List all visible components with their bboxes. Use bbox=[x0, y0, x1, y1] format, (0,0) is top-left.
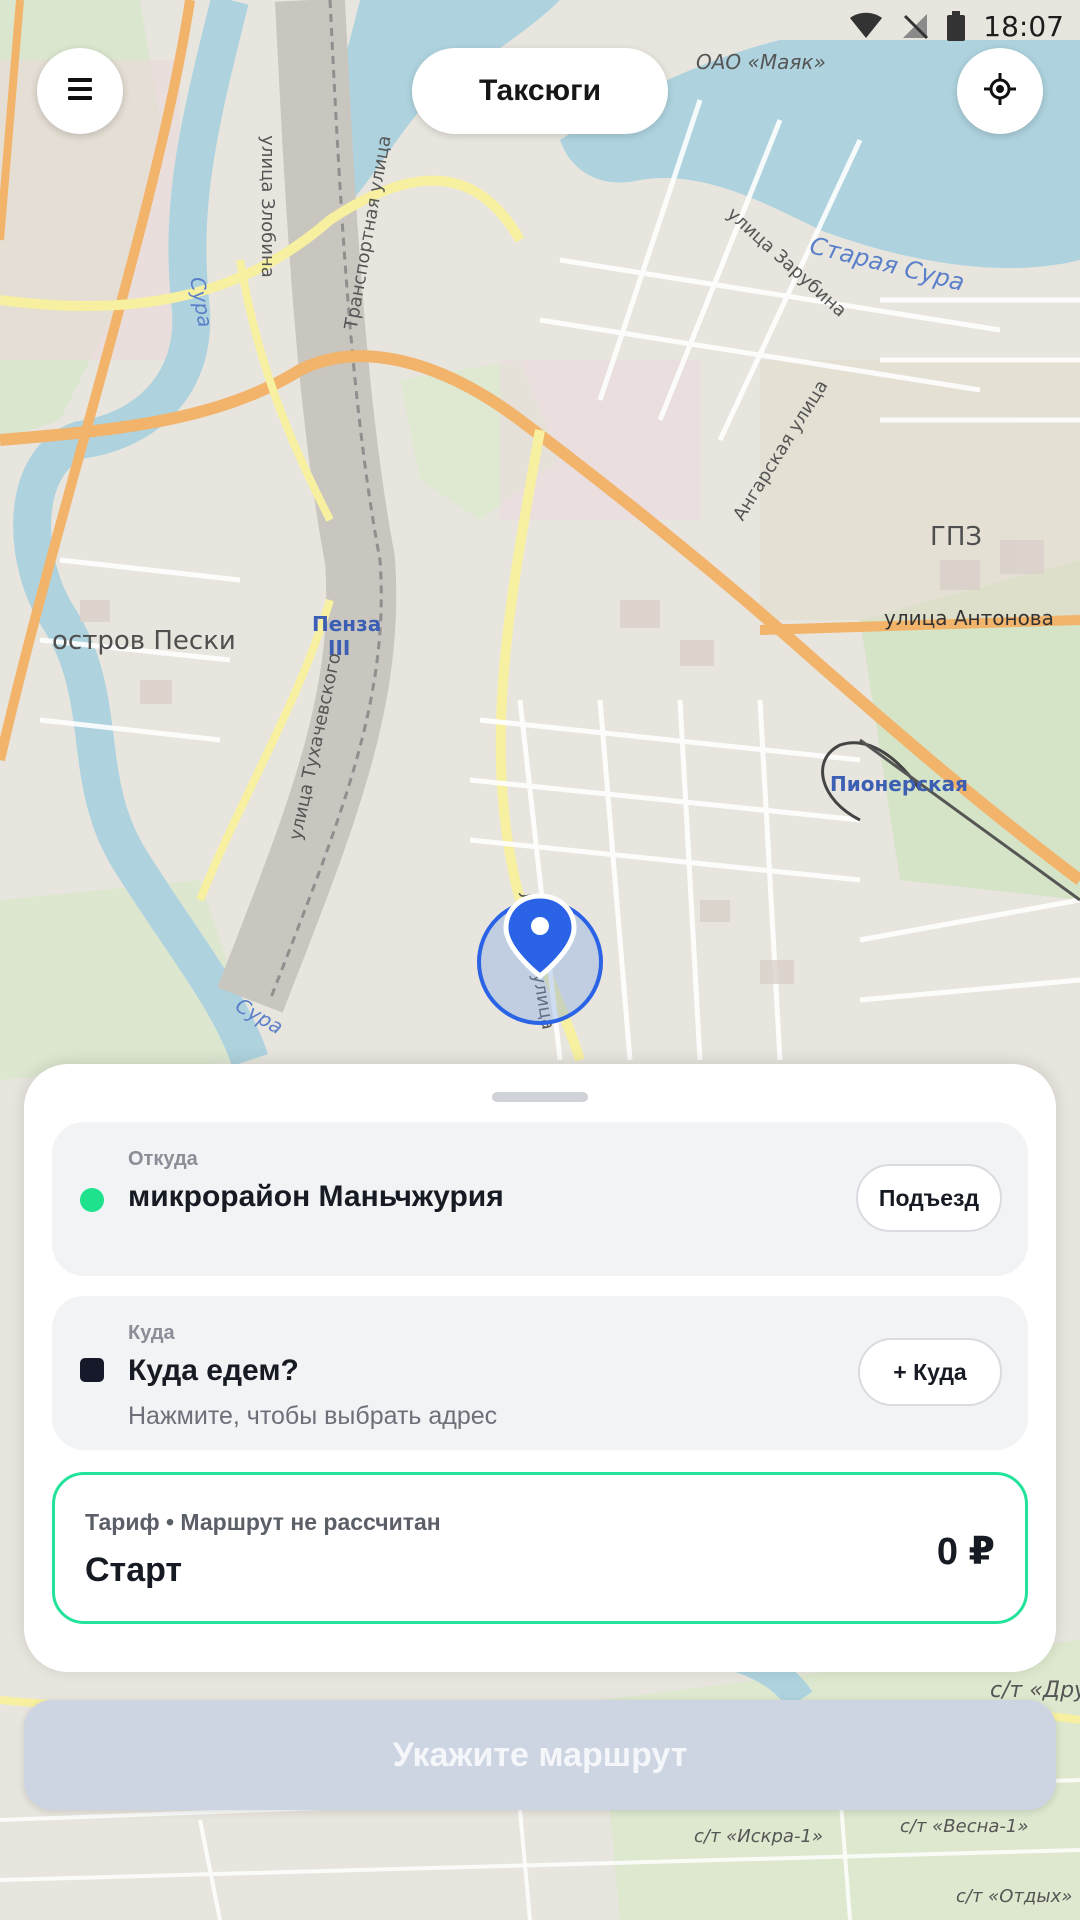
map-label-antonova: улица Антонова bbox=[884, 606, 1054, 630]
current-location-marker bbox=[476, 892, 604, 1026]
destination-value: Куда едем? bbox=[128, 1354, 299, 1387]
destination-label: Куда bbox=[128, 1322, 175, 1344]
locate-button[interactable] bbox=[957, 48, 1043, 134]
signal-off-icon bbox=[901, 12, 929, 40]
add-destination-button[interactable]: + Куда bbox=[858, 1338, 1002, 1406]
wifi-icon bbox=[849, 12, 883, 40]
tariff-price: 0 ₽ bbox=[936, 1531, 995, 1573]
pickup-label: Откуда bbox=[128, 1148, 198, 1170]
menu-button[interactable] bbox=[37, 48, 123, 134]
status-bar: 18:07 bbox=[780, 0, 1080, 52]
map-label-st-iskra: с/т «Искра-1» bbox=[694, 1826, 824, 1847]
hamburger-icon bbox=[68, 77, 92, 105]
destination-hint: Нажмите, чтобы выбрать адрес bbox=[128, 1402, 498, 1430]
destination-square-icon bbox=[80, 1358, 104, 1382]
tariff-name: Старт bbox=[85, 1551, 183, 1589]
map-label-gpz: ГПЗ bbox=[930, 522, 983, 552]
map-label-ostrov: остров Пески bbox=[52, 626, 236, 656]
map-label-st-otdyh: с/т «Отдых» bbox=[956, 1886, 1073, 1907]
status-time: 18:07 bbox=[983, 9, 1064, 43]
pickup-address-card[interactable]: Откуда микрорайон Маньчжурия Подъезд bbox=[52, 1122, 1028, 1276]
pickup-dot-icon bbox=[80, 1188, 104, 1212]
destination-address-card[interactable]: Куда Куда едем? Нажмите, чтобы выбрать а… bbox=[52, 1296, 1028, 1450]
map-label-pionerskaya: Пионерская bbox=[830, 772, 968, 796]
bottom-sheet: Откуда микрорайон Маньчжурия Подъезд Куд… bbox=[24, 1064, 1056, 1672]
battery-icon bbox=[947, 11, 966, 41]
sheet-drag-handle[interactable] bbox=[492, 1092, 588, 1102]
crosshair-icon bbox=[984, 72, 1016, 110]
taxi-app-screen: остров Пески Пенза III Пионерская улица … bbox=[0, 0, 1080, 1920]
map-label-penza: Пенза bbox=[312, 612, 382, 636]
tariff-subtitle: Тариф • Маршрут не рассчитан bbox=[85, 1509, 441, 1535]
entrance-button[interactable]: Подъезд bbox=[856, 1164, 1002, 1232]
map-label-st-vesna: с/т «Весна-1» bbox=[900, 1816, 1029, 1837]
pickup-address: микрорайон Маньчжурия bbox=[128, 1180, 504, 1213]
app-title: Таксюги bbox=[412, 48, 668, 134]
specify-route-button[interactable]: Укажите маршрут bbox=[24, 1700, 1056, 1810]
tariff-card[interactable]: Тариф • Маршрут не рассчитан Старт 0 ₽ bbox=[52, 1472, 1028, 1624]
map-label-zlobina: улица Злобина bbox=[256, 135, 278, 278]
map-label-mayak: ОАО «Маяк» bbox=[696, 50, 826, 74]
